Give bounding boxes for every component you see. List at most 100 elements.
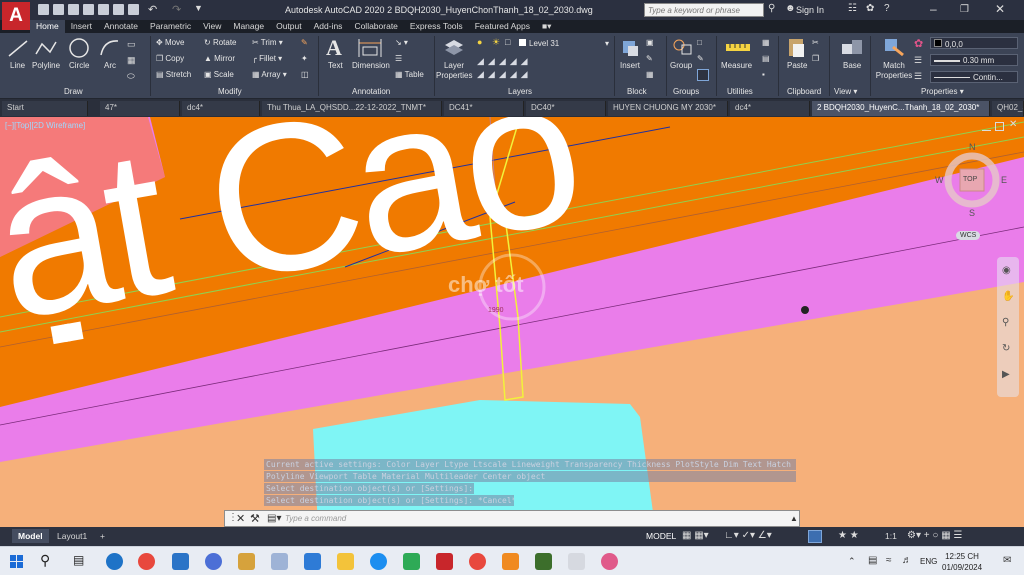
drawing-canvas[interactable]: ậ̣t Cao chợ tốt 1990 [−][Top][2D Wirefra… bbox=[0, 117, 1024, 527]
volume-icon[interactable]: ♬ bbox=[902, 555, 912, 566]
scale-button[interactable]: ▣ Scale bbox=[204, 70, 234, 79]
file-tab-3[interactable]: Thu Thua_LA_QHSDD...22-12-2022_TNMT* bbox=[262, 101, 442, 116]
create-block-icon[interactable]: ▣ bbox=[646, 38, 654, 47]
open-file-icon[interactable] bbox=[53, 4, 64, 15]
tab-parametric[interactable]: Parametric bbox=[144, 20, 197, 33]
app-k-icon[interactable] bbox=[172, 553, 189, 570]
group-edit-icon[interactable]: ✎ bbox=[697, 54, 704, 63]
zoom-icon[interactable]: ⚲ bbox=[1002, 317, 1009, 328]
modify-panel-label[interactable]: Modify bbox=[218, 87, 242, 96]
move-button[interactable]: ✥ Move bbox=[156, 38, 185, 47]
rectangle-icon[interactable]: ▭ bbox=[127, 39, 136, 50]
base-button[interactable]: Base bbox=[843, 61, 861, 70]
tab-view[interactable]: View bbox=[197, 20, 227, 33]
viewport-restore-icon[interactable] bbox=[995, 122, 1004, 131]
tab-output[interactable]: Output bbox=[270, 20, 308, 33]
dimension-button[interactable]: Dimension bbox=[352, 61, 390, 70]
ht-app-icon[interactable] bbox=[205, 553, 222, 570]
command-close-icon[interactable]: ✕ bbox=[236, 512, 245, 525]
view-panel-label[interactable]: View ▾ bbox=[834, 87, 857, 96]
clipboard-panel-label[interactable]: Clipboard bbox=[787, 87, 821, 96]
file-tab-5[interactable]: DC40* bbox=[526, 101, 606, 116]
linetype-dropdown[interactable]: Contin... bbox=[930, 71, 1018, 83]
help-icon[interactable]: ? bbox=[884, 3, 890, 14]
groups-panel-label[interactable]: Groups bbox=[673, 87, 699, 96]
binoculars-icon[interactable]: ⚲ bbox=[768, 3, 775, 14]
viewcube-top-face[interactable]: TOP bbox=[963, 176, 977, 183]
grid-icon[interactable]: ▦ ▦▾ bbox=[682, 530, 709, 541]
search-icon[interactable]: ⚲ bbox=[40, 552, 50, 569]
tab-express-tools[interactable]: Express Tools bbox=[404, 20, 469, 33]
leader-icon[interactable]: ↘ ▾ bbox=[395, 38, 408, 47]
match-properties-button[interactable]: Match Properties bbox=[875, 61, 913, 81]
task-view-icon[interactable]: ▤ bbox=[73, 553, 84, 567]
recent-commands-icon[interactable]: ▤▾ bbox=[267, 513, 281, 524]
file-explorer-icon[interactable] bbox=[337, 553, 354, 570]
tab-manage[interactable]: Manage bbox=[227, 20, 270, 33]
layer-dropdown[interactable]: Level 31 ▾ bbox=[515, 37, 613, 49]
draw-panel-label[interactable]: Draw bbox=[64, 87, 83, 96]
cut-icon[interactable]: ✂ bbox=[812, 38, 819, 47]
line-button[interactable]: Line bbox=[10, 61, 25, 70]
block-panel-label[interactable]: Block bbox=[627, 87, 647, 96]
layout1-tab[interactable]: Layout1 bbox=[51, 529, 93, 543]
wcs-menu[interactable]: WCS bbox=[956, 231, 981, 240]
selection-cycling-icon[interactable] bbox=[808, 530, 822, 543]
layer-properties-button[interactable]: Layer Properties bbox=[436, 61, 472, 81]
hatch-icon[interactable]: ▦ bbox=[127, 55, 136, 66]
measure-button[interactable]: Measure bbox=[721, 61, 752, 70]
id-point-icon[interactable]: ▪ bbox=[762, 70, 765, 79]
paint-icon[interactable] bbox=[271, 553, 288, 570]
layer-tools-grid[interactable]: ◢◢◢◢◢ ◢◢◢◢◢ bbox=[477, 55, 567, 83]
color-dropdown[interactable]: 0,0,0 bbox=[930, 37, 1018, 49]
close-button[interactable]: ✕ bbox=[995, 2, 1005, 16]
file-tab-4[interactable]: DC41* bbox=[444, 101, 524, 116]
text-button[interactable]: Text bbox=[328, 61, 343, 70]
workspace-gear-icon[interactable]: ⚙▾ + ○ ▦ ☰ bbox=[907, 530, 962, 541]
command-expand-icon[interactable]: ▲ bbox=[790, 514, 798, 523]
properties-panel-label[interactable]: Properties ▾ bbox=[921, 87, 964, 96]
copy-button[interactable]: ❐ Copy bbox=[156, 54, 184, 63]
exchange-icon[interactable]: ✿ bbox=[866, 3, 874, 14]
fillet-button[interactable]: ╭ Fillet ▾ bbox=[252, 54, 282, 63]
viewcube[interactable]: N S W E TOP bbox=[935, 142, 1010, 242]
polyline-button[interactable]: Polyline bbox=[32, 61, 60, 70]
ellipse-icon[interactable]: ⬭ bbox=[127, 71, 135, 82]
viewport-close-icon[interactable]: ✕ bbox=[1009, 119, 1017, 130]
paste-button[interactable]: Paste bbox=[787, 61, 807, 70]
app-g-icon[interactable] bbox=[502, 553, 519, 570]
stretch-button[interactable]: ▤ Stretch bbox=[156, 70, 191, 79]
minimize-button[interactable]: – bbox=[930, 2, 937, 16]
plot-icon[interactable] bbox=[98, 4, 109, 15]
arc-button[interactable]: Arc bbox=[104, 61, 116, 70]
cart-icon[interactable]: ☷ bbox=[848, 3, 857, 14]
command-line[interactable]: ⋮ ✕ ⚒ ▤▾ Type a command ▲ bbox=[224, 510, 800, 527]
wrench-icon[interactable]: ⚒ bbox=[250, 512, 260, 525]
array-button[interactable]: ▦ Array ▾ bbox=[252, 70, 287, 79]
tab-add-ins[interactable]: Add-ins bbox=[308, 20, 349, 33]
search-input[interactable]: Type a keyword or phrase bbox=[644, 3, 764, 17]
input-language[interactable]: ENG bbox=[920, 557, 937, 566]
copy-clip-icon[interactable]: ❐ bbox=[812, 54, 819, 63]
file-tab-1[interactable]: 47* bbox=[100, 101, 180, 116]
file-tab-9[interactable]: QH02_S bbox=[992, 101, 1024, 116]
edit-block-icon[interactable]: ✎ bbox=[646, 54, 653, 63]
calculator-icon[interactable]: ▤ bbox=[762, 54, 770, 63]
group-selection-icon[interactable] bbox=[697, 69, 709, 81]
chrome-icon[interactable] bbox=[138, 553, 155, 570]
file-tab-2[interactable]: dc4* bbox=[182, 101, 260, 116]
file-tab-7[interactable]: dc4* bbox=[730, 101, 810, 116]
navigation-bar[interactable]: ◉ ✋ ⚲ ↻ ▶ bbox=[997, 257, 1019, 397]
viewport-controls-label[interactable]: [−][Top][2D Wireframe] bbox=[5, 121, 85, 130]
photos-icon[interactable] bbox=[238, 553, 255, 570]
tab-featured-apps[interactable]: Featured Apps bbox=[469, 20, 536, 33]
command-input[interactable]: Type a command bbox=[285, 514, 346, 523]
file-tab-6[interactable]: HUYEN CHUONG MY 2030* bbox=[608, 101, 728, 116]
insert-button[interactable]: Insert bbox=[620, 61, 640, 70]
annotation-scale[interactable]: 1:1 bbox=[885, 531, 897, 541]
quicktime-icon[interactable] bbox=[106, 553, 123, 570]
steering-wheel-icon[interactable]: ◉ bbox=[1002, 265, 1011, 276]
network-icon[interactable]: ▤ bbox=[868, 555, 877, 566]
model-space-button[interactable]: MODEL bbox=[646, 531, 676, 541]
offset-icon[interactable]: ◫ bbox=[301, 70, 309, 79]
